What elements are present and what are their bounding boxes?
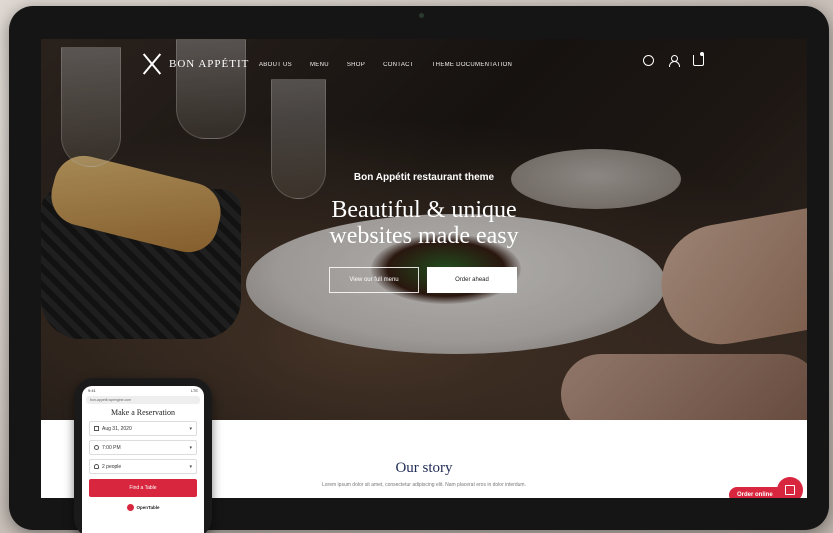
- date-select[interactable]: Aug 31, 2020 ▾: [89, 421, 197, 436]
- order-online-badge[interactable]: [777, 477, 803, 498]
- hero-kicker: Bon Appétit restaurant theme: [353, 172, 495, 183]
- time-select[interactable]: 7:00 PM ▾: [89, 440, 197, 455]
- phone-status-bar: 9:41 LTE: [82, 386, 204, 396]
- hero-buttons: View our full menu Order ahead: [329, 267, 517, 293]
- brand-name: BON APPÉTIT: [169, 58, 250, 70]
- site-logo[interactable]: BON APPÉTIT: [141, 53, 249, 75]
- find-table-button[interactable]: Find a Table: [89, 479, 197, 497]
- chevron-down-icon: ▾: [189, 444, 192, 451]
- crossed-utensils-icon: [141, 53, 163, 75]
- user-icon[interactable]: [668, 55, 680, 67]
- globe-icon[interactable]: [643, 55, 654, 66]
- clock-icon: [94, 445, 99, 450]
- opentable-brand: OpenTable: [82, 504, 204, 511]
- view-menu-button[interactable]: View our full menu: [329, 267, 419, 293]
- nav-icon-group: [643, 52, 704, 67]
- hero-headline-line-1: Beautiful & unique: [331, 197, 517, 223]
- phone-frame: 9:41 LTE bon-appetit.wpengine.com Make a…: [74, 378, 212, 533]
- opentable-logo-icon: [126, 504, 134, 511]
- hero-section: BON APPÉTIT ABOUT US MENU SHOP CONTACT T…: [41, 39, 807, 420]
- menu-item-menu[interactable]: MENU: [310, 62, 329, 68]
- order-ahead-button[interactable]: Order ahead: [427, 267, 517, 293]
- reservation-title: Make a Reservation: [111, 408, 175, 417]
- phone-screen: 9:41 LTE bon-appetit.wpengine.com Make a…: [82, 386, 204, 533]
- menu-item-theme-documentation[interactable]: THEME DOCUMENTATION: [432, 62, 512, 68]
- hero-headline-line-2: websites made easy: [329, 223, 519, 249]
- menu-item-about-us[interactable]: ABOUT US: [259, 62, 292, 68]
- camera-dot: [419, 13, 424, 18]
- menu-item-shop[interactable]: SHOP: [347, 62, 365, 68]
- order-online-button[interactable]: Order online: [729, 487, 781, 498]
- party-size-select[interactable]: 2 people ▾: [89, 459, 197, 474]
- opentable-label: OpenTable: [136, 505, 160, 510]
- chevron-down-icon: ▾: [189, 463, 192, 470]
- phone-network: LTE: [190, 388, 198, 393]
- menu-item-contact[interactable]: CONTACT: [383, 62, 414, 68]
- time-value: 7:00 PM: [102, 444, 121, 451]
- main-menu: ABOUT US MENU SHOP CONTACT THEME DOCUMEN…: [259, 62, 512, 68]
- party-value: 2 people: [102, 463, 122, 470]
- shopping-bag-icon: [785, 485, 795, 495]
- top-navigation: BON APPÉTIT ABOUT US MENU SHOP CONTACT T…: [41, 39, 807, 89]
- hero-headline: Beautiful & unique websites made easy: [41, 197, 807, 249]
- calendar-icon: [94, 426, 99, 431]
- phone-address-bar[interactable]: bon-appetit.wpengine.com: [86, 396, 200, 404]
- chevron-down-icon: ▾: [189, 425, 192, 432]
- people-icon: [94, 464, 99, 469]
- hero-copy: Bon Appétit restaurant theme Beautiful &…: [41, 172, 807, 249]
- phone-time: 9:41: [88, 388, 96, 393]
- cart-icon[interactable]: [693, 52, 704, 66]
- date-value: Aug 31, 2020: [102, 425, 132, 432]
